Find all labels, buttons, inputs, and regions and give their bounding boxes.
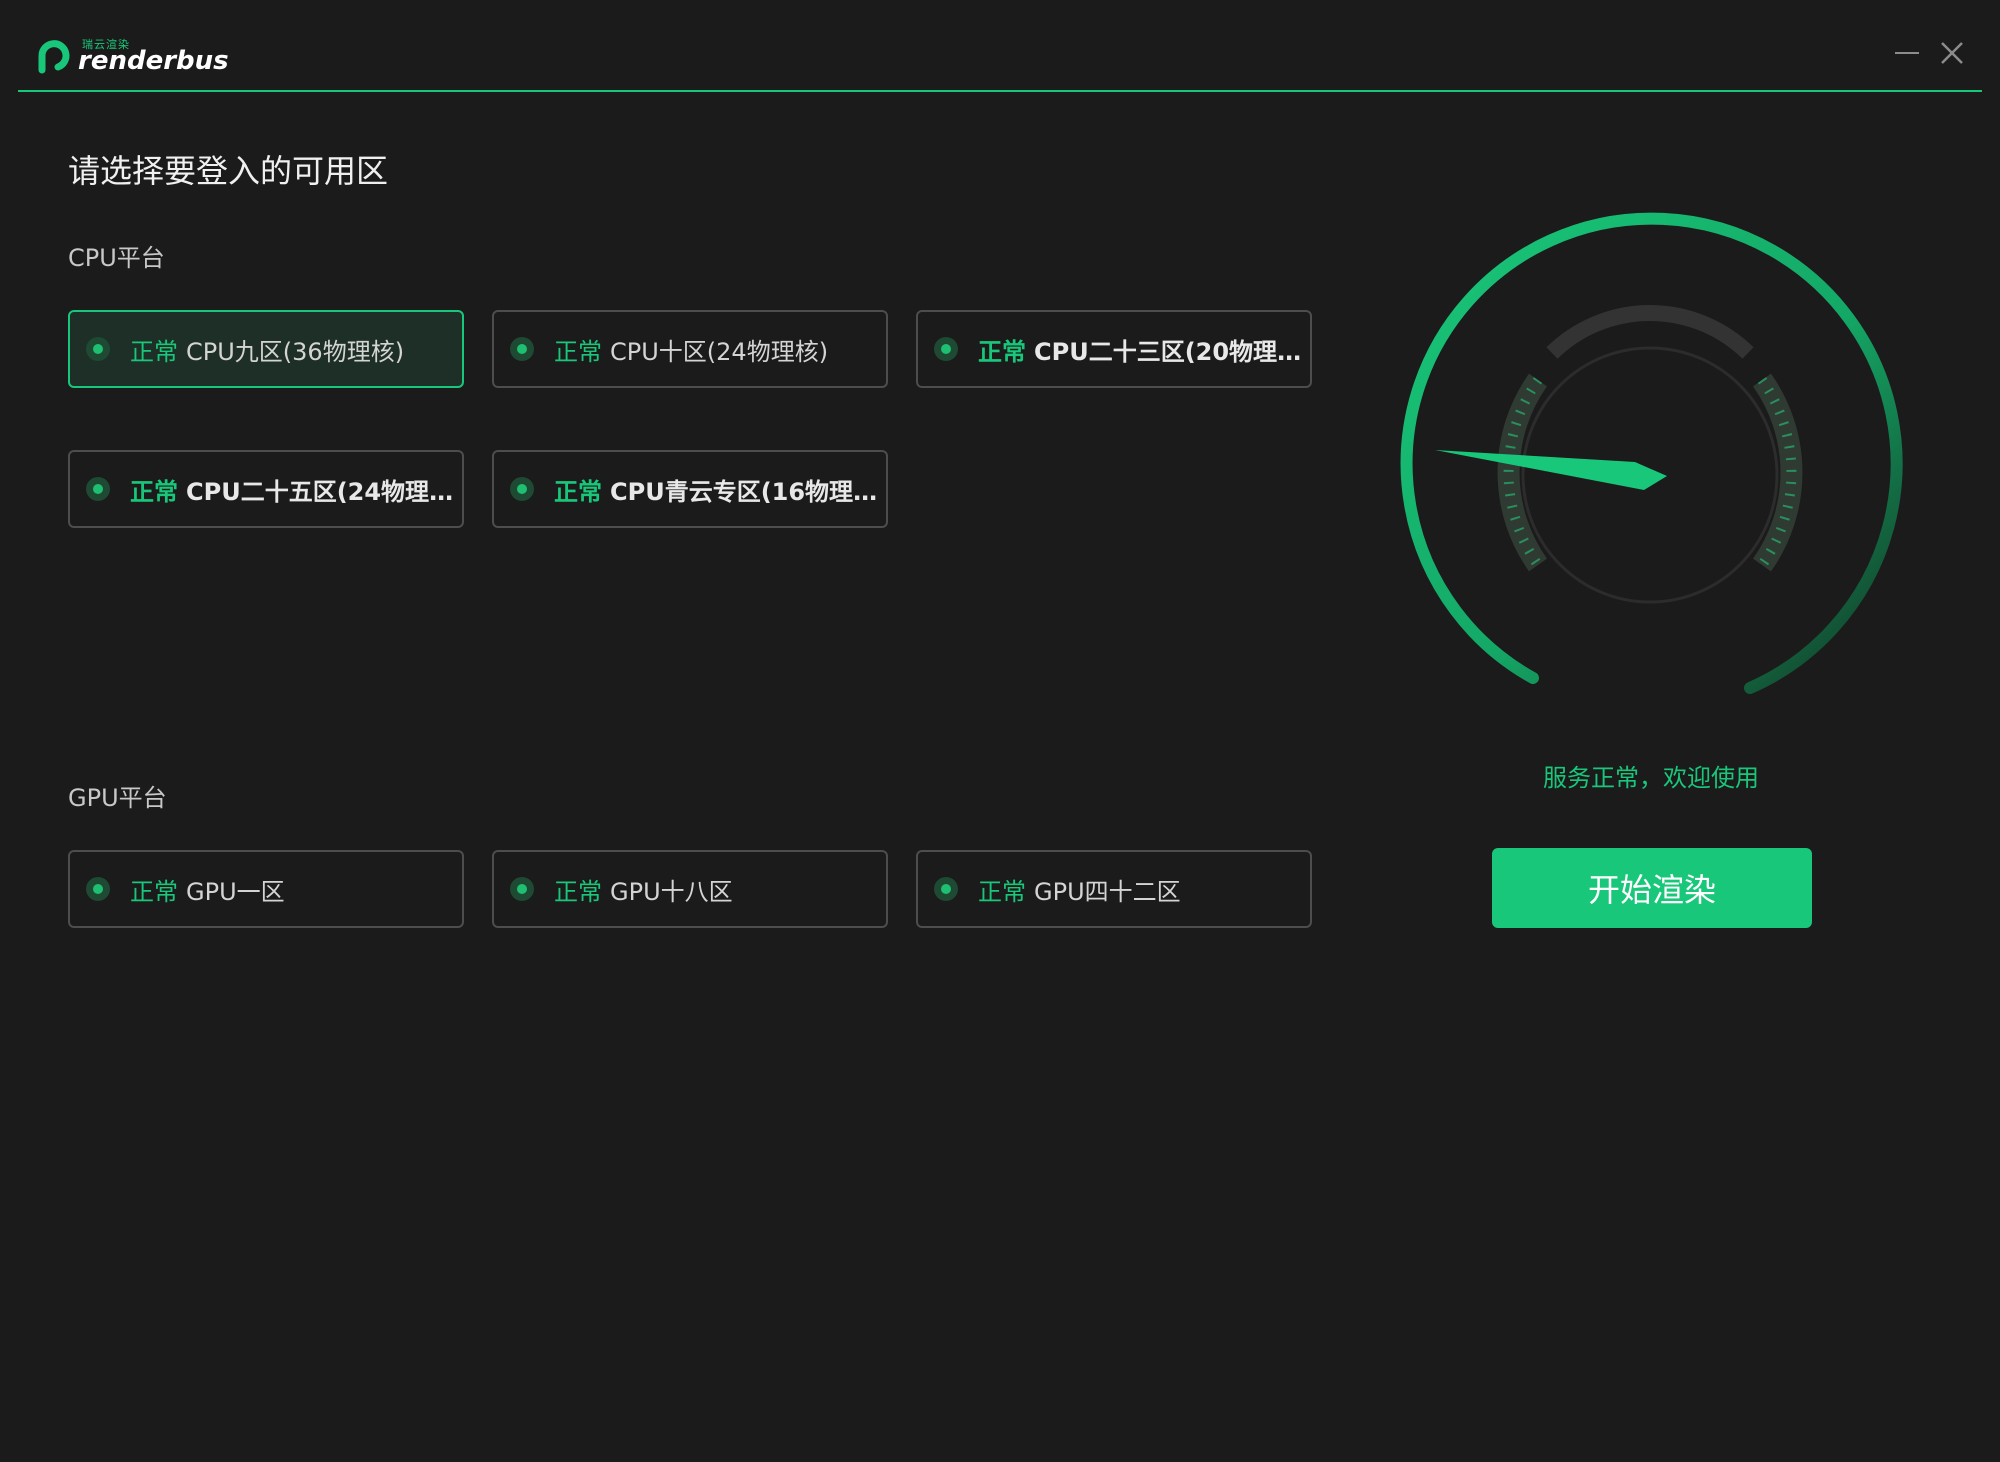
zone-name: CPU十区(24物理核) — [610, 337, 829, 366]
zone-status: 正常 — [130, 337, 178, 366]
close-icon — [1941, 42, 1963, 64]
zone-status: 正常 — [554, 877, 602, 906]
status-dot-icon — [510, 477, 534, 501]
service-status-text: 服务正常，欢迎使用 — [1543, 764, 1759, 792]
zone-cpu-25[interactable]: 正常 CPU二十五区(24物理... — [68, 450, 464, 528]
status-dot-icon — [86, 877, 110, 901]
status-dot-icon — [510, 877, 534, 901]
zone-name: CPU二十五区(24物理... — [186, 477, 456, 506]
status-dot-icon — [86, 337, 110, 361]
gpu-section-label: GPU平台 — [68, 784, 167, 812]
zone-name: CPU二十三区(20物理... — [1034, 337, 1304, 366]
zone-status: 正常 — [978, 877, 1026, 906]
minimize-button[interactable] — [1889, 36, 1925, 72]
zone-cpu-qingyun[interactable]: 正常 CPU青云专区(16物理... — [492, 450, 888, 528]
close-button[interactable] — [1933, 36, 1969, 72]
minimize-icon — [1895, 52, 1919, 54]
zone-name: GPU四十二区 — [1034, 877, 1181, 906]
renderbus-logo-icon — [38, 40, 70, 74]
title-divider — [18, 90, 1982, 92]
start-render-button[interactable]: 开始渲染 — [1492, 848, 1812, 928]
zone-gpu-18[interactable]: 正常 GPU十八区 — [492, 850, 888, 928]
zone-status: 正常 — [554, 477, 602, 506]
zone-name: GPU一区 — [186, 877, 285, 906]
renderbus-logo: 瑞云渲染 renderbus — [36, 34, 229, 76]
zone-status: 正常 — [130, 877, 178, 906]
zone-gpu-42[interactable]: 正常 GPU四十二区 — [916, 850, 1312, 928]
title-bar: 瑞云渲染 renderbus — [0, 0, 2000, 92]
page-title: 请选择要登入的可用区 — [68, 152, 389, 190]
zone-status: 正常 — [554, 337, 602, 366]
zone-gpu-1[interactable]: 正常 GPU一区 — [68, 850, 464, 928]
zone-status: 正常 — [130, 477, 178, 506]
cpu-section-label: CPU平台 — [68, 244, 165, 272]
zone-name: GPU十八区 — [610, 877, 733, 906]
status-dot-icon — [510, 337, 534, 361]
status-dot-icon — [86, 477, 110, 501]
status-dot-icon — [934, 877, 958, 901]
brand-name: renderbus — [78, 46, 229, 76]
zone-cpu-23[interactable]: 正常 CPU二十三区(20物理... — [916, 310, 1312, 388]
zone-name: CPU九区(36物理核) — [186, 337, 405, 366]
zone-name: CPU青云专区(16物理... — [610, 477, 880, 506]
speedometer-gauge-icon — [1400, 212, 1903, 694]
zone-status: 正常 — [978, 337, 1026, 366]
status-dot-icon — [934, 337, 958, 361]
zone-cpu-10[interactable]: 正常 CPU十区(24物理核) — [492, 310, 888, 388]
zone-cpu-9[interactable]: 正常 CPU九区(36物理核) — [68, 310, 464, 388]
